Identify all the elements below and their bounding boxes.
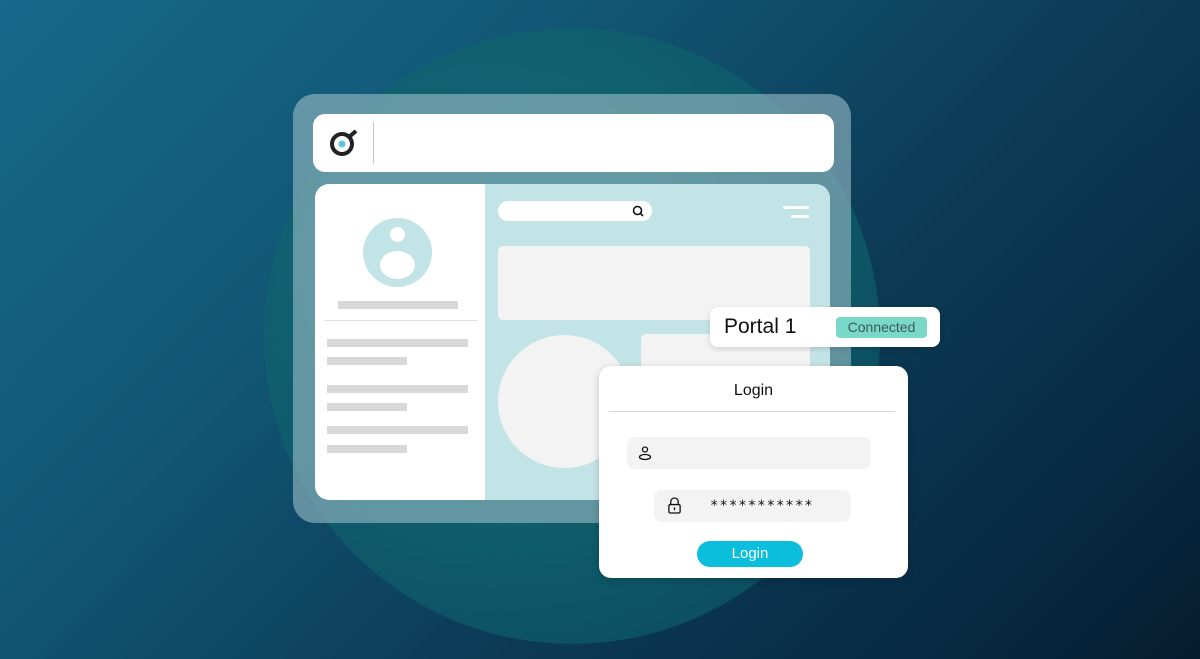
list-item-line	[327, 385, 468, 393]
address-bar[interactable]	[313, 114, 834, 172]
avatar	[363, 218, 432, 287]
user-icon	[638, 446, 652, 461]
lock-icon	[668, 497, 681, 514]
search-icon[interactable]	[632, 205, 644, 217]
password-field[interactable]: ***********	[654, 490, 851, 522]
sidebar	[315, 184, 485, 500]
portal-status-card: Portal 1 Connected	[710, 307, 940, 347]
portal-name: Portal 1	[724, 315, 797, 338]
login-button[interactable]: Login	[697, 541, 803, 567]
address-divider	[373, 122, 374, 164]
login-title: Login	[733, 382, 774, 399]
list-item-line	[327, 445, 407, 453]
list-item-line	[327, 357, 407, 365]
list-item-line	[327, 426, 468, 434]
menu-icon[interactable]	[783, 206, 809, 220]
username-field[interactable]	[627, 437, 871, 469]
list-item-line	[327, 339, 468, 347]
page-search-input[interactable]	[498, 201, 652, 221]
status-badge: Connected	[836, 317, 927, 338]
login-form: Login *********** Login	[599, 366, 908, 578]
list-item-line	[327, 403, 407, 411]
password-value: ***********	[710, 498, 814, 514]
login-divider	[609, 411, 895, 412]
brand-logo-icon	[330, 129, 358, 156]
sidebar-divider	[324, 320, 478, 321]
profile-name-placeholder	[338, 301, 458, 309]
